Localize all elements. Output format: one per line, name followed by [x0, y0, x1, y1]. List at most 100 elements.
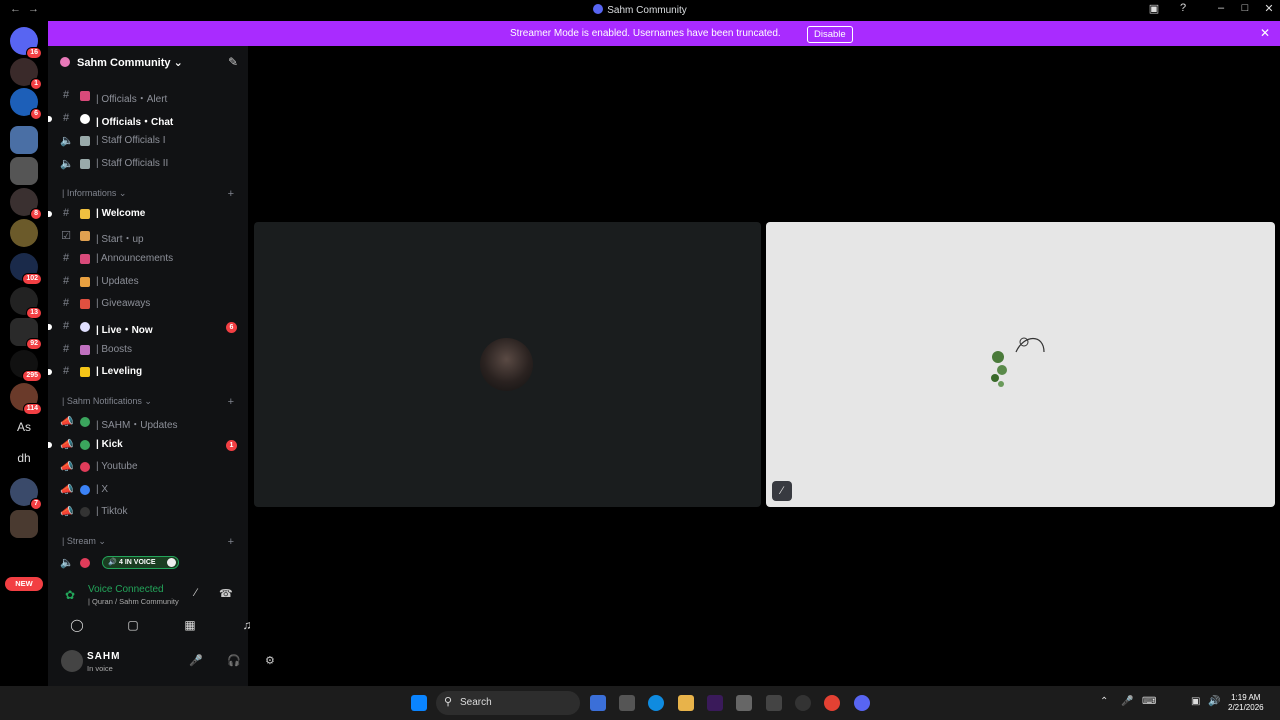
channel-label: | Officials・Alert [96, 94, 168, 105]
avatar[interactable] [61, 650, 83, 672]
category-sahm-notifications[interactable]: | Sahm Notifications ⌄ + [62, 396, 242, 412]
date: 2/21/2026 [1228, 703, 1264, 712]
chrome-icon[interactable] [824, 695, 840, 711]
category-stream[interactable]: | Stream ⌄ + [62, 536, 242, 552]
voice-participant-tile[interactable] [254, 222, 761, 507]
channel-item[interactable]: 🔈 | Staff Officials II [48, 154, 248, 174]
app-icon[interactable] [766, 695, 782, 711]
in-voice-label: 4 IN VOICE [119, 559, 156, 566]
channel-item[interactable]: 📣 | SAHM・Updates [48, 412, 248, 432]
server-icon[interactable] [10, 219, 38, 247]
green-circle-icon [80, 417, 90, 427]
camera-off-button[interactable]: ◯ [59, 614, 95, 636]
close-icon[interactable]: ✕ [1260, 26, 1270, 40]
server-icon[interactable]: As [10, 413, 38, 441]
volume-icon[interactable]: 🔊 [1208, 696, 1220, 707]
add-channel-icon[interactable]: + [228, 188, 234, 200]
server-icon[interactable]: 7 [10, 478, 42, 510]
soundboard-button[interactable]: ♫ [229, 614, 265, 636]
channel-item[interactable]: # | Giveaways [48, 294, 248, 314]
server-icon[interactable]: 102 [10, 253, 42, 285]
add-channel-icon[interactable]: + [228, 536, 234, 548]
home-icon[interactable]: 16 [10, 27, 42, 59]
add-member-icon[interactable]: ✎ [228, 55, 238, 69]
disable-streamer-mode-button[interactable]: Disable [807, 26, 853, 43]
server-icon[interactable]: 92 [10, 318, 42, 350]
channel-item[interactable]: 📣 | Tiktok [48, 502, 248, 522]
channel-item[interactable]: # | Live・Now 6 [48, 317, 248, 337]
username[interactable]: SAHM [87, 651, 120, 662]
server-icon[interactable]: 1 [10, 58, 42, 90]
store-icon[interactable] [619, 695, 635, 711]
activities-icon: ▦ [184, 618, 196, 632]
display-icon[interactable]: ▣ [1191, 696, 1200, 707]
channel-item[interactable]: 📣 | X [48, 480, 248, 500]
voice-status[interactable]: Voice Connected [88, 584, 164, 595]
red-circle-icon [80, 462, 90, 472]
discord-icon[interactable] [854, 695, 870, 711]
channel-item[interactable]: # | Updates [48, 272, 248, 292]
search-label: Search [460, 697, 492, 708]
voice-channel-item[interactable]: 🔈 🔊 4 IN VOICE [48, 553, 248, 573]
category-informations[interactable]: | Informations ⌄ + [62, 188, 242, 204]
channel-item[interactable]: # | Leveling [48, 362, 248, 382]
search-box[interactable]: ⚲ Search [436, 691, 580, 715]
channel-label: | Tiktok [96, 506, 128, 517]
channel-item[interactable]: 🔈 | Staff Officials I [48, 131, 248, 151]
noise-suppression-icon[interactable]: ∕ [195, 587, 197, 599]
server-icon[interactable] [10, 126, 38, 154]
clock[interactable]: 1:19 AM 2/21/2026 [1228, 693, 1264, 713]
channel-item[interactable]: 📣 | Kick 1 [48, 435, 248, 455]
channel-item[interactable]: # | Boosts [48, 340, 248, 360]
edge-icon[interactable] [648, 695, 664, 711]
close-window-button[interactable]: ✕ [1259, 2, 1279, 18]
server-icon[interactable] [10, 510, 38, 538]
server-icon[interactable] [10, 157, 38, 185]
server-icon[interactable]: 13 [10, 287, 42, 319]
channel-label: | Live・Now [96, 325, 153, 336]
add-channel-icon[interactable]: + [228, 396, 234, 408]
gear-icon[interactable]: ⚙ [265, 654, 275, 667]
channel-item[interactable]: # | Welcome [48, 204, 248, 224]
server-icon[interactable]: 8 [10, 188, 42, 220]
activities-button[interactable]: ▦ [172, 614, 208, 636]
camera-off-icon: ◯ [70, 618, 84, 632]
server-icon[interactable]: 114 [10, 383, 42, 415]
microphone-icon[interactable]: 🎤 [1121, 696, 1133, 707]
in-voice-pill[interactable]: 🔊 4 IN VOICE [102, 556, 179, 569]
headphones-icon[interactable]: 🎧 [227, 654, 241, 667]
chevron-up-icon[interactable]: ⌃ [1100, 696, 1108, 707]
server-icon[interactable]: dh [10, 444, 38, 472]
stream-tile[interactable]: ∕ [766, 222, 1275, 507]
server-icon[interactable]: 295 [10, 350, 42, 382]
mute-icon[interactable]: ∕ [772, 481, 792, 501]
channel-item[interactable]: # | Officials・Chat [48, 109, 248, 129]
channel-item[interactable]: # | Officials・Alert [48, 86, 248, 106]
minimize-button[interactable]: – [1211, 2, 1231, 18]
inbox-icon[interactable]: ▣ [1144, 2, 1164, 18]
server-header[interactable]: Sahm Community ⌄ ✎ [48, 46, 248, 78]
steam-icon[interactable] [795, 695, 811, 711]
microphone-icon[interactable]: 🎤 [189, 654, 203, 667]
mention-badge: 1 [226, 440, 237, 451]
app-icon[interactable] [707, 695, 723, 711]
screen-share-button[interactable]: ▢ [115, 614, 151, 636]
channel-item[interactable]: 📣 | Youtube [48, 457, 248, 477]
channel-item[interactable]: # | Announcements [48, 249, 248, 269]
notification-badge: 6 [30, 108, 42, 120]
channel-item[interactable]: ☑ | Start・up [48, 226, 248, 246]
help-icon[interactable]: ? [1173, 2, 1193, 18]
windows-start-icon[interactable] [411, 695, 427, 711]
keyboard-icon[interactable]: ⌨ [1142, 696, 1156, 707]
new-badge[interactable]: NEW [5, 577, 43, 591]
megaphone-icon: 📣 [60, 461, 74, 473]
settings-icon[interactable] [736, 695, 752, 711]
maximize-button[interactable]: □ [1235, 2, 1255, 18]
copilot-icon[interactable] [590, 695, 606, 711]
voice-channel-name[interactable]: | Quran / Sahm Community [88, 597, 179, 606]
hash-icon: # [62, 365, 70, 377]
disconnect-icon[interactable]: ☎ [219, 587, 233, 600]
server-icon[interactable]: 6 [10, 88, 42, 120]
banner-message: Streamer Mode is enabled. Usernames have… [510, 28, 781, 39]
folder-icon[interactable] [678, 695, 694, 711]
